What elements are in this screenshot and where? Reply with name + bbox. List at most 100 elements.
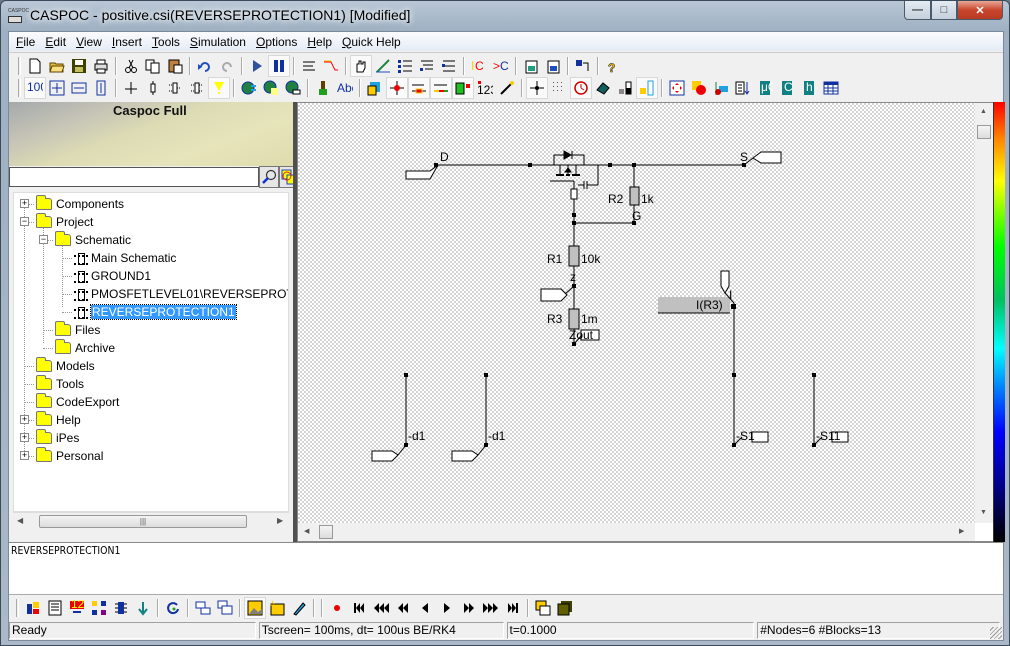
export-file-button[interactable] — [520, 55, 542, 77]
arrow-down-button[interactable] — [132, 597, 154, 619]
fast-rewind-button[interactable] — [370, 597, 392, 619]
scroll-right-icon[interactable]: ▶ — [959, 527, 964, 535]
scroll-down-icon[interactable]: ▼ — [980, 509, 987, 516]
network-button[interactable] — [88, 597, 110, 619]
terminal-i[interactable] — [720, 270, 730, 295]
schematic-canvas[interactable]: D S R2 1k G R1 10k z R3 1m Zout I(R3) I … — [298, 103, 975, 523]
tree-item[interactable]: REVERSEPROTECTION1 — [74, 303, 237, 321]
help-button[interactable]: ? — [602, 55, 624, 77]
expand-icon[interactable]: + — [20, 433, 29, 442]
ink-button[interactable] — [592, 77, 614, 99]
menu-simulation[interactable]: Simulation — [189, 35, 253, 49]
crosshair-button[interactable] — [526, 77, 548, 99]
list-button[interactable] — [394, 55, 416, 77]
tree-item[interactable]: GROUND1 — [74, 267, 151, 285]
toolbar-grip[interactable] — [18, 79, 21, 97]
tree-horizontal-scrollbar[interactable]: ◀ ||| ▶ — [13, 512, 289, 529]
refresh-button[interactable] — [162, 597, 184, 619]
tree-item[interactable]: CodeExport — [36, 393, 119, 411]
globe-link-button[interactable] — [282, 77, 304, 99]
chip-button[interactable] — [110, 597, 132, 619]
block-button[interactable] — [164, 77, 186, 99]
table-button[interactable] — [820, 77, 842, 99]
scope-button[interactable] — [636, 77, 658, 99]
ic-in-button[interactable]: IC — [468, 55, 490, 77]
draw-button[interactable] — [372, 55, 394, 77]
first-button[interactable] — [348, 597, 370, 619]
terminal-z[interactable] — [540, 288, 568, 302]
text-button[interactable]: Abc — [334, 77, 356, 99]
sort-down-button[interactable] — [732, 77, 754, 99]
tree-item[interactable]: iPes — [36, 429, 79, 447]
new-image-button[interactable] — [266, 597, 288, 619]
green-block-button[interactable] — [452, 77, 474, 99]
tree-item[interactable]: Tools — [36, 375, 84, 393]
menu-insert[interactable]: Insert — [111, 35, 149, 49]
maximize-button[interactable]: □ — [931, 1, 957, 20]
header-file-button[interactable]: h — [798, 77, 820, 99]
menu-view[interactable]: View — [75, 35, 109, 49]
tree-scroll-thumb[interactable]: ||| — [39, 515, 247, 528]
toolbar-grip[interactable] — [18, 57, 21, 75]
fit-height-button[interactable] — [90, 77, 112, 99]
signal-button[interactable] — [320, 55, 342, 77]
caspoc-app-icon[interactable]: CASPOC — [8, 8, 29, 24]
probe-button[interactable] — [208, 77, 230, 99]
toolbar-grip[interactable] — [16, 598, 19, 617]
3d-block-button[interactable] — [364, 77, 386, 99]
tree-item[interactable]: Help — [36, 411, 81, 429]
import-file-button[interactable] — [542, 55, 564, 77]
copy-button[interactable] — [142, 55, 164, 77]
grid-button[interactable] — [548, 77, 570, 99]
resize-grip[interactable] — [990, 627, 1002, 639]
open-folder-button[interactable] — [46, 55, 68, 77]
cut-button[interactable] — [120, 55, 142, 77]
resistor-button[interactable] — [142, 77, 164, 99]
tree-item[interactable]: Personal — [36, 447, 103, 465]
redo-button[interactable] — [216, 55, 238, 77]
window-cascade-button[interactable] — [214, 597, 236, 619]
numeric-button[interactable]: 123 — [474, 77, 496, 99]
tree-item[interactable]: Project — [36, 213, 93, 231]
save-all-button[interactable] — [554, 597, 576, 619]
last-button[interactable] — [502, 597, 524, 619]
zoom-extents-button[interactable] — [666, 77, 688, 99]
paste-button[interactable] — [164, 55, 186, 77]
run-button[interactable] — [246, 55, 268, 77]
step-forward-button[interactable] — [458, 597, 480, 619]
pmosfet-symbol[interactable] — [550, 150, 599, 200]
tree-item[interactable]: Models — [36, 357, 95, 375]
tree-item[interactable]: Files — [55, 321, 100, 339]
node-button[interactable] — [120, 77, 142, 99]
hand-pan-button[interactable] — [350, 55, 372, 77]
resistor-r1[interactable] — [568, 245, 580, 267]
resistor-r3[interactable] — [568, 308, 580, 330]
globe-library-button[interactable] — [260, 77, 282, 99]
scroll-left-icon[interactable]: ◀ — [17, 516, 23, 525]
list-indent-button[interactable] — [416, 55, 438, 77]
resistor-r2[interactable] — [629, 186, 640, 206]
comment-button[interactable] — [298, 55, 320, 77]
hierarchy-button[interactable] — [572, 55, 594, 77]
counter-button[interactable]: 123 — [66, 597, 88, 619]
menu-options[interactable]: Options — [255, 35, 304, 49]
plot-button[interactable] — [710, 77, 732, 99]
library-search-input[interactable] — [9, 167, 259, 187]
fill-level-button[interactable] — [614, 77, 636, 99]
menu-quick-help[interactable]: Quick Help — [341, 35, 408, 49]
minimize-button[interactable]: — — [904, 1, 931, 20]
canvas-hscroll-thumb[interactable] — [319, 525, 333, 539]
save-button[interactable] — [68, 55, 90, 77]
step-back-button[interactable] — [414, 597, 436, 619]
record-button[interactable] — [326, 597, 348, 619]
edit-button[interactable] — [288, 597, 310, 619]
tree-item[interactable]: PMOSFETLEVEL01\REVERSEPROTECT — [74, 285, 288, 303]
wire-resistor-button[interactable] — [408, 77, 430, 99]
document-button[interactable] — [44, 597, 66, 619]
list-options-button[interactable] — [438, 55, 460, 77]
copy-window-button[interactable] — [532, 597, 554, 619]
wizard-button[interactable] — [496, 77, 518, 99]
canvas-vertical-scrollbar[interactable]: ▲ ▼ — [975, 103, 993, 523]
terminal-s[interactable] — [752, 151, 782, 164]
undo-button[interactable] — [194, 55, 216, 77]
